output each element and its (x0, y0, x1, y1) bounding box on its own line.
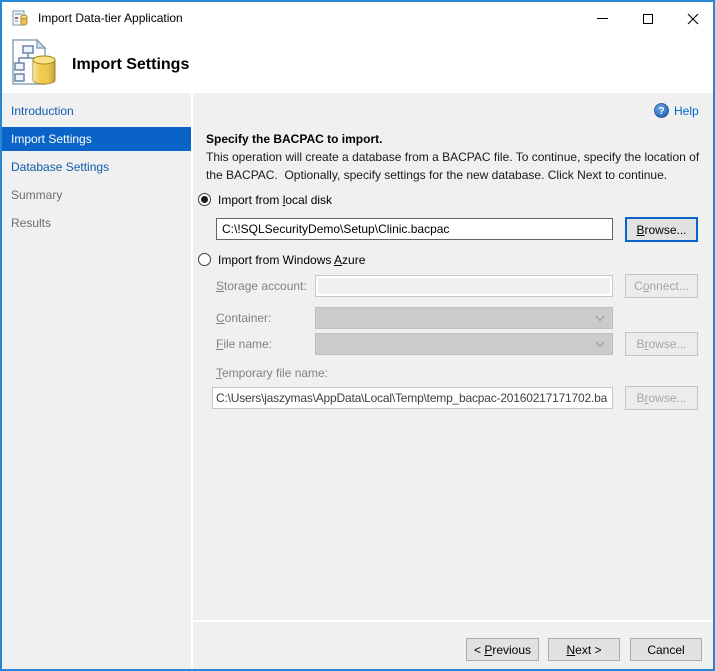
browse-local-button[interactable]: Browse... (625, 217, 698, 242)
radio-import-windows-azure[interactable] (198, 253, 211, 266)
footer-divider (193, 620, 713, 622)
radio-import-local-disk-label[interactable]: Import from local disk (218, 193, 332, 207)
close-button[interactable] (670, 4, 715, 33)
cancel-button[interactable]: Cancel (630, 638, 702, 661)
temporary-file-name-label: Temporary file name: (216, 362, 328, 384)
sidebar-item-summary: Summary (2, 183, 191, 207)
sidebar-divider (191, 93, 193, 669)
storage-account-label: Storage account: (216, 275, 307, 297)
previous-button[interactable]: < Previous (466, 638, 539, 661)
next-button[interactable]: Next > (548, 638, 620, 661)
sidebar-item-introduction[interactable]: Introduction (2, 99, 191, 123)
minimize-icon (597, 18, 608, 19)
window-title: Import Data-tier Application (38, 2, 183, 34)
storage-account-input (315, 275, 613, 297)
section-heading: Specify the BACPAC to import. (206, 132, 382, 146)
wizard-steps-sidebar: Introduction Import Settings Database Se… (2, 99, 191, 239)
title-bar: Import Data-tier Application I (2, 2, 713, 93)
help-label: Help (674, 104, 699, 118)
file-name-label: File name: (216, 333, 272, 355)
temporary-file-name-input: C:\Users\jaszymas\AppData\Local\Temp\tem… (212, 387, 613, 409)
close-icon (687, 13, 699, 25)
minimize-button[interactable] (580, 4, 625, 33)
sidebar-item-results: Results (2, 211, 191, 235)
sidebar-item-import-settings[interactable]: Import Settings (2, 127, 191, 151)
browse-temp-button: Browse... (625, 386, 698, 410)
import-settings-icon (11, 38, 59, 88)
connect-button: Connect... (625, 274, 698, 298)
radio-import-windows-azure-label[interactable]: Import from Windows Azure (218, 253, 365, 267)
container-label: Container: (216, 307, 271, 329)
sidebar-item-database-settings[interactable]: Database Settings (2, 155, 191, 179)
browse-azure-button: Browse... (625, 332, 698, 356)
description-line1: This operation will create a database fr… (206, 150, 699, 164)
import-data-tier-application-window: Import Data-tier Application I (0, 0, 715, 671)
app-icon (12, 10, 29, 27)
description-line2: the BACPAC. Optionally, specify settings… (206, 168, 667, 182)
maximize-icon (643, 14, 653, 24)
chevron-down-icon (595, 315, 605, 322)
page-title: Import Settings (72, 56, 189, 74)
bacpac-path-input[interactable]: C:\!SQLSecurityDemo\Setup\Clinic.bacpac (216, 218, 613, 240)
help-icon: ? (654, 103, 669, 118)
maximize-button[interactable] (625, 4, 670, 33)
file-name-dropdown (315, 333, 613, 355)
radio-import-local-disk[interactable] (198, 193, 211, 206)
svg-text:?: ? (658, 106, 664, 117)
chevron-down-icon (595, 341, 605, 348)
container-dropdown (315, 307, 613, 329)
help-link[interactable]: ? Help (654, 103, 699, 118)
